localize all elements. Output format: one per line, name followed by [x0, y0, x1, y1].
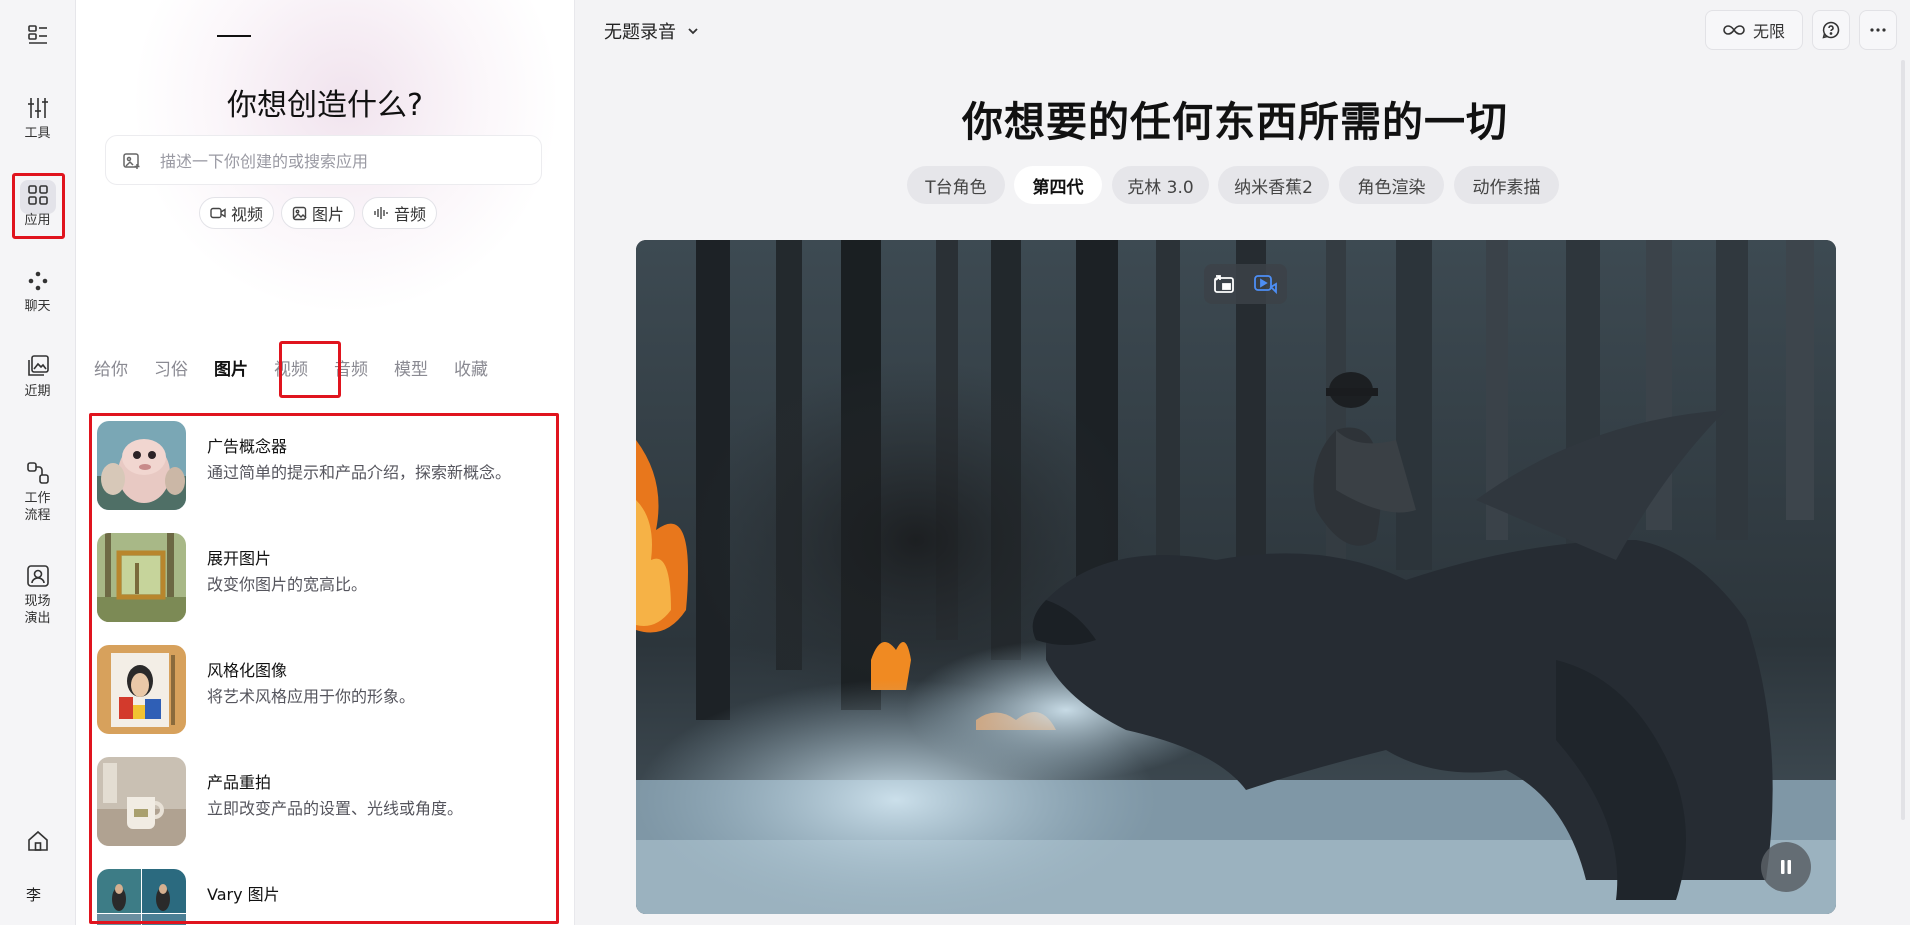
icon-rail: 工具 应用 聊天 近期 工作 流程 现场 演出 李 [0, 0, 76, 925]
rail-label-chat: 聊天 [24, 299, 51, 314]
recent-images-icon [27, 355, 49, 376]
rail-menu-button[interactable] [0, 22, 75, 52]
audio-icon [374, 207, 388, 219]
chip-video-label: 视频 [231, 205, 264, 224]
rail-item-tools[interactable]: 工具 [0, 95, 75, 142]
chevron-down-icon [688, 28, 698, 35]
chat-nodes-icon [28, 271, 47, 291]
pill-motion-sketch[interactable]: 动作素描 [1454, 166, 1559, 204]
video-generate-icon[interactable] [1252, 272, 1278, 296]
more-icon [1870, 28, 1886, 32]
picture-in-picture-icon[interactable] [1212, 272, 1236, 296]
apps-panel: 你想创造什么? 视频 图片 音频 给你 习俗 图片 视 [76, 0, 575, 925]
chip-audio[interactable]: 音频 [362, 197, 438, 229]
tab-images[interactable]: 图片 [214, 355, 248, 380]
video-icon [210, 207, 226, 219]
app-list-highlight-box [89, 413, 559, 924]
unlimited-button[interactable]: 无限 [1705, 10, 1803, 50]
rail-item-chat[interactable]: 聊天 [0, 268, 75, 315]
rail-item-live[interactable]: 现场 演出 [0, 563, 75, 627]
document-title: 无题录音 [604, 22, 676, 43]
pill-gen-4[interactable]: 第四代 [1014, 166, 1102, 204]
active-tab-underline [217, 35, 251, 37]
feedback-button[interactable] [1812, 10, 1850, 50]
sliders-icon [27, 98, 48, 118]
rail-label-live: 现场 演出 [24, 594, 51, 626]
rail-label-recent: 近期 [24, 384, 51, 399]
tab-custom[interactable]: 习俗 [154, 355, 188, 380]
chip-audio-label: 音频 [394, 205, 427, 224]
avatar[interactable]: 李 [26, 884, 41, 905]
pill-runway-character[interactable]: T台角色 [907, 166, 1005, 204]
help-chat-icon [1822, 21, 1840, 39]
image-search-icon [123, 153, 140, 169]
more-options-button[interactable] [1859, 10, 1897, 50]
rail-label-workflow: 工作 流程 [24, 491, 51, 523]
pill-character-render[interactable]: 角色渲染 [1339, 166, 1444, 204]
page-scrollbar[interactable] [1901, 60, 1905, 820]
chip-video[interactable]: 视频 [199, 197, 275, 229]
video-controls [1204, 264, 1287, 304]
media-filter-chips: 视频 图片 音频 [199, 197, 438, 229]
rail-item-recent[interactable]: 近期 [0, 353, 75, 400]
live-icon [26, 565, 49, 587]
tab-for-you[interactable]: 给你 [94, 355, 128, 380]
hero-title: 你想要的任何东西所需的一切 [962, 98, 1508, 146]
unlimited-label: 无限 [1752, 22, 1785, 41]
document-title-dropdown[interactable]: 无题录音 [604, 18, 700, 44]
pause-icon [1781, 860, 1791, 874]
search-box[interactable] [105, 135, 542, 185]
tab-models[interactable]: 模型 [394, 355, 428, 380]
pause-button[interactable] [1761, 842, 1811, 892]
layout-list-icon [27, 25, 47, 44]
search-input[interactable] [158, 148, 522, 174]
workflow-icon [26, 462, 49, 484]
image-icon [292, 206, 307, 220]
pill-nano-banana-2[interactable]: 纳米香蕉2 [1218, 166, 1329, 204]
panel-title: 你想创造什么? [227, 88, 423, 123]
tab-favorites[interactable]: 收藏 [454, 355, 488, 380]
tab-highlight-box [279, 341, 341, 398]
infinity-icon [1723, 25, 1745, 35]
chip-image[interactable]: 图片 [281, 197, 356, 229]
home-icon [27, 830, 48, 851]
rail-label-tools: 工具 [24, 126, 51, 141]
showcase-video[interactable] [636, 240, 1836, 914]
pill-kling-3[interactable]: 克林 3.0 [1112, 166, 1209, 204]
rail-item-home[interactable] [0, 828, 75, 858]
chip-image-label: 图片 [312, 205, 345, 224]
rail-item-workflow[interactable]: 工作 流程 [0, 460, 75, 524]
apps-highlight-box [12, 173, 65, 239]
main-area: 无题录音 无限 你想要的任何东西所需的一切 T台角色 第四代 克林 3.0 纳米… [575, 0, 1910, 925]
dragon-rider-scene [636, 240, 1836, 914]
